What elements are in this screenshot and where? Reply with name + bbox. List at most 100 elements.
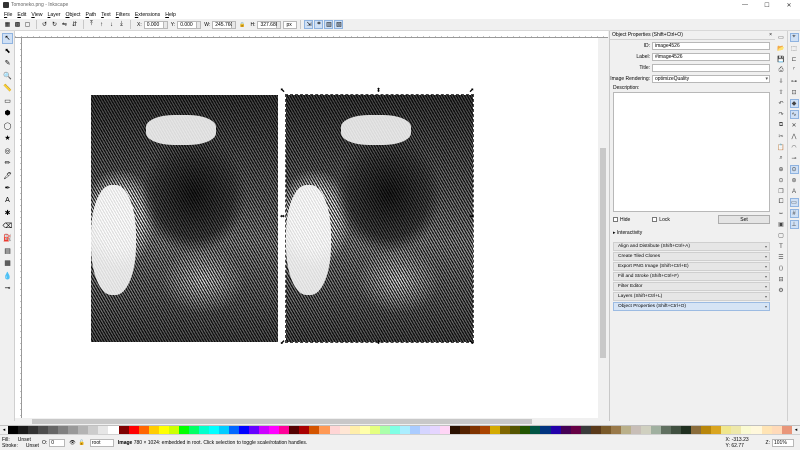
mesh-tool-icon[interactable]: ▦ — [2, 258, 13, 269]
palette-swatch[interactable] — [138, 426, 149, 434]
dock-menu-icon[interactable]: ▾ — [765, 284, 767, 289]
palette-swatch[interactable] — [208, 426, 219, 434]
palette-swatch[interactable] — [38, 426, 49, 434]
fill-stroke-indicator[interactable]: Fill: Unset Stroke: Unset — [0, 437, 42, 449]
menu-filters[interactable]: Filters — [116, 12, 130, 18]
palette-swatch[interactable] — [550, 426, 561, 434]
box3d-tool-icon[interactable]: ⬢ — [2, 108, 13, 119]
palette-swatch[interactable] — [158, 426, 169, 434]
scale-handle-s[interactable]: ⬍ — [376, 340, 381, 346]
palette-swatch[interactable] — [440, 426, 451, 434]
palette-swatch[interactable] — [168, 426, 179, 434]
palette-swatch[interactable] — [580, 426, 591, 434]
palette-swatch[interactable] — [78, 426, 89, 434]
description-textarea[interactable] — [613, 92, 770, 212]
snap-cusp-icon[interactable]: ⋀ — [790, 132, 799, 141]
menu-object[interactable]: Object — [65, 12, 80, 18]
snap-bbox-corner-icon[interactable]: ⌜ — [790, 66, 799, 75]
scale-handle-e[interactable]: ⬌ — [469, 214, 474, 220]
raise-icon[interactable]: ↑ — [97, 20, 106, 29]
snap-toggle-icon[interactable]: ⌖ — [789, 33, 799, 42]
palette-swatch[interactable] — [620, 426, 631, 434]
palette-swatch[interactable] — [198, 426, 209, 434]
vertical-scrollbar[interactable] — [598, 38, 608, 418]
dock-menu-icon[interactable]: ▾ — [765, 264, 767, 269]
scale-handle-nw[interactable]: ⬉ — [280, 88, 285, 94]
height-field[interactable]: 327.680 — [257, 20, 279, 29]
palette-swatch[interactable] — [419, 426, 430, 434]
palette-swatch[interactable] — [239, 426, 250, 434]
save-icon[interactable]: 💾 — [777, 55, 786, 64]
raise-to-top-icon[interactable]: ⤒ — [87, 20, 96, 29]
connector-tool-icon[interactable]: ⊸ — [2, 283, 13, 294]
palette-swatch[interactable] — [691, 426, 702, 434]
dock-object-properties[interactable]: Object Properties (Shift+Ctrl+O) ▾ — [613, 302, 770, 311]
transform-gradients-icon[interactable]: ▥ — [324, 20, 334, 29]
palette-swatch[interactable] — [18, 426, 29, 434]
zoom-selection-icon[interactable]: ⌕ — [777, 154, 786, 163]
zoom-field[interactable]: 101% — [772, 438, 794, 447]
spray-tool-icon[interactable]: ✱ — [2, 208, 13, 219]
scale-stroke-icon[interactable]: ⇲ — [304, 20, 314, 29]
palette-swatch[interactable] — [590, 426, 601, 434]
paste-icon[interactable]: 📋 — [777, 143, 786, 152]
new-document-icon[interactable]: ▭ — [777, 33, 786, 42]
palette-swatch[interactable] — [8, 426, 19, 434]
palette-swatch[interactable] — [289, 426, 300, 434]
duplicate-icon[interactable]: ❐ — [777, 187, 786, 196]
palette-swatch[interactable] — [249, 426, 260, 434]
palette-swatch[interactable] — [610, 426, 621, 434]
dock-tiled-clones[interactable]: Create Tiled Clones ▾ — [613, 252, 770, 261]
menu-layer[interactable]: Layer — [48, 12, 61, 18]
palette-swatch[interactable] — [450, 426, 461, 434]
palette-swatch[interactable] — [118, 426, 129, 434]
palette-swatch[interactable] — [68, 426, 79, 434]
palette-swatch[interactable] — [640, 426, 651, 434]
ungroup-icon[interactable]: ▢ — [777, 231, 786, 240]
vertical-scroll-thumb[interactable] — [600, 148, 606, 358]
palette-swatch[interactable] — [108, 426, 119, 434]
flip-horizontal-icon[interactable]: ⇋ — [60, 20, 69, 29]
close-window-button[interactable]: ✕ — [778, 0, 800, 10]
scale-handle-n[interactable]: ⬍ — [376, 88, 381, 94]
print-icon[interactable]: ⎙ — [777, 66, 786, 75]
palette-swatch[interactable] — [28, 426, 39, 434]
palette-swatch[interactable] — [319, 426, 330, 434]
measure-tool-icon[interactable]: 📏 — [2, 83, 13, 94]
dock-layers[interactable]: Layers (Shift+Ctrl+L) ▾ — [613, 292, 770, 301]
snap-text-baseline-icon[interactable]: A — [790, 187, 799, 196]
minimize-button[interactable]: — — [734, 0, 756, 10]
node-tool-icon[interactable]: ⬉ — [2, 45, 13, 56]
x-field[interactable]: 0.000 — [143, 20, 164, 29]
layer-lock-icon[interactable]: 🔓 — [79, 440, 85, 446]
snap-intersection-icon[interactable]: ✕ — [790, 121, 799, 130]
dock-export-png[interactable]: Export PNG Image (Shift+Ctrl+E) ▾ — [613, 262, 770, 271]
palette-swatch[interactable] — [490, 426, 501, 434]
label-field[interactable]: #image4526 — [652, 53, 770, 61]
layer-select[interactable]: root — [89, 438, 114, 447]
palette-swatch[interactable] — [761, 426, 772, 434]
zoom-page-icon[interactable]: ⊙ — [777, 176, 786, 185]
palette-swatch[interactable] — [470, 426, 481, 434]
group-icon[interactable]: ▣ — [777, 220, 786, 229]
height-spinner[interactable] — [277, 20, 282, 29]
snap-object-center-icon[interactable]: ⊙ — [789, 165, 799, 174]
unlink-clone-icon[interactable]: ⧢ — [777, 209, 786, 218]
palette-swatch[interactable] — [520, 426, 531, 434]
menu-path[interactable]: Path — [86, 12, 97, 18]
dock-fill-stroke[interactable]: Fill and Stroke (Shift+Ctrl+F) ▾ — [613, 272, 770, 281]
snap-guide-icon[interactable]: ⊥ — [789, 220, 799, 229]
preferences-icon[interactable]: ⚙ — [777, 286, 786, 295]
menu-edit[interactable]: Edit — [17, 12, 26, 18]
palette-swatch[interactable] — [178, 426, 189, 434]
palette-swatch[interactable] — [339, 426, 350, 434]
palette-swatch[interactable] — [229, 426, 240, 434]
snap-nodes-icon[interactable]: ◆ — [789, 99, 799, 108]
star-tool-icon[interactable]: ★ — [2, 133, 13, 144]
dock-menu-icon[interactable]: ▾ — [765, 254, 767, 259]
palette-swatch[interactable] — [409, 426, 420, 434]
dropper-tool-icon[interactable]: 💧 — [2, 270, 13, 281]
zoom-drawing-icon[interactable]: ⊕ — [777, 165, 786, 174]
palette-swatch[interactable] — [530, 426, 541, 434]
palette-swatch[interactable] — [540, 426, 551, 434]
